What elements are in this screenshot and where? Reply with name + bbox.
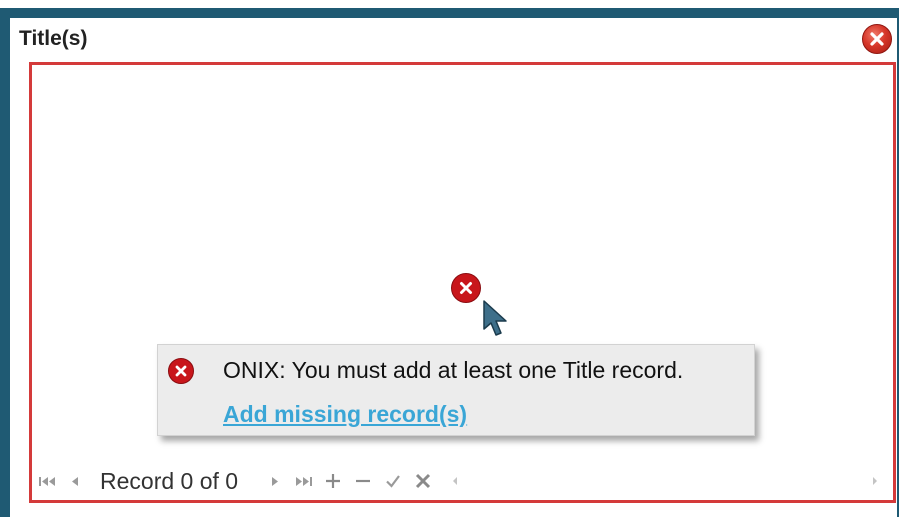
last-page-icon[interactable] xyxy=(292,466,316,496)
prev-page-icon[interactable] xyxy=(67,466,83,496)
confirm-icon[interactable] xyxy=(382,466,404,496)
first-page-icon[interactable] xyxy=(36,466,58,496)
next-page-icon[interactable] xyxy=(267,466,283,496)
panel-title: Title(s) xyxy=(19,27,88,50)
error-circle-icon xyxy=(451,273,481,303)
mouse-pointer-icon xyxy=(483,300,507,336)
cancel-icon[interactable] xyxy=(412,466,434,496)
validation-tooltip: ONIX: You must add at least one Title re… xyxy=(157,344,755,436)
add-icon[interactable] xyxy=(322,466,344,496)
add-missing-records-link[interactable]: Add missing record(s) xyxy=(223,401,467,428)
record-count-label: Record 0 of 0 xyxy=(100,468,239,494)
error-circle-icon xyxy=(168,358,194,384)
close-icon[interactable] xyxy=(862,24,892,54)
record-pager: Record 0 of 0 xyxy=(36,466,886,496)
validation-message: ONIX: You must add at least one Title re… xyxy=(223,357,684,383)
scroll-left-icon[interactable] xyxy=(448,466,462,496)
scroll-right-icon[interactable] xyxy=(868,466,882,496)
remove-icon[interactable] xyxy=(352,466,374,496)
